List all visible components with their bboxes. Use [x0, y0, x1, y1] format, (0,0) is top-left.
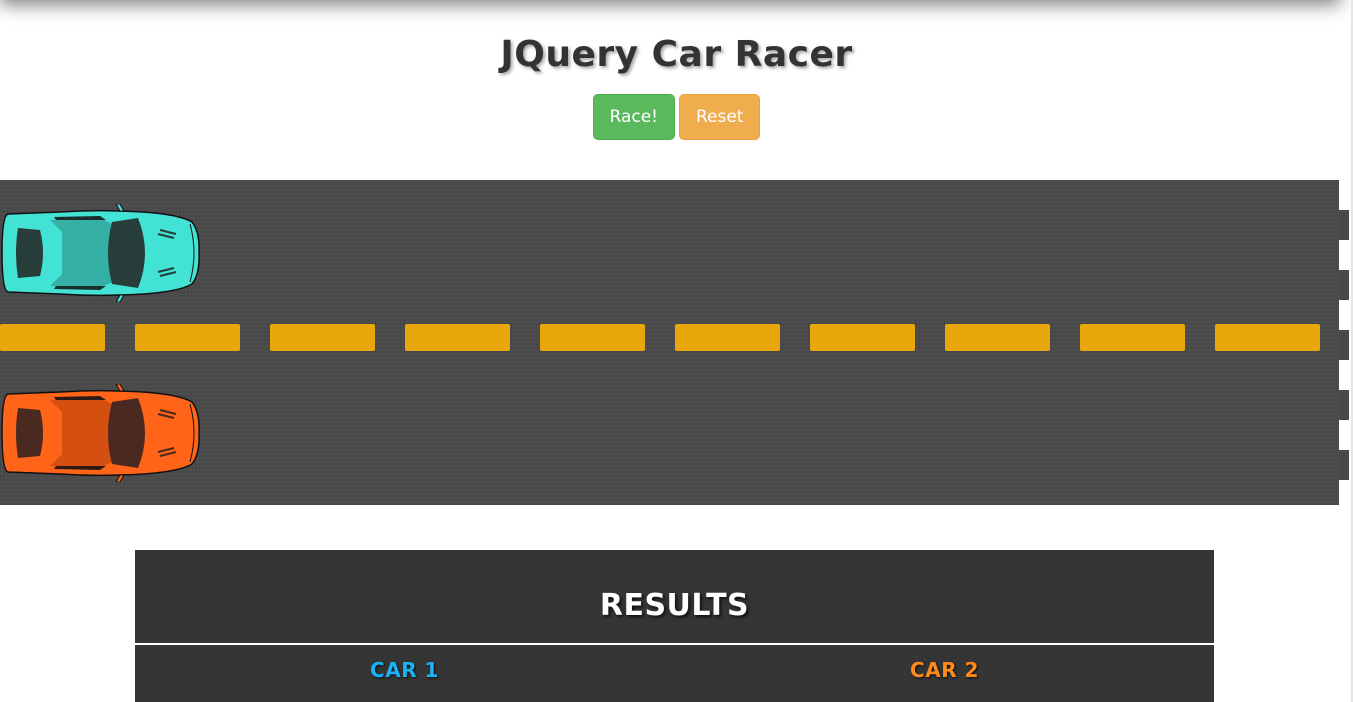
finish-line-cell [1339, 390, 1349, 420]
lane-markings [0, 324, 1320, 351]
lane-dash [945, 324, 1050, 351]
finish-line [1339, 180, 1349, 505]
finish-line-cell [1339, 450, 1349, 480]
car-1 [0, 203, 200, 303]
page: JQuery Car Racer Race! Reset RESULTS CAR… [0, 0, 1353, 702]
button-row: Race! Reset [0, 94, 1353, 140]
car-1-icon [1, 203, 200, 303]
lane-divider-dashes [0, 324, 1320, 351]
lane-dash [810, 324, 915, 351]
results-divider [135, 643, 1214, 645]
race-track [0, 180, 1339, 505]
car-2 [0, 383, 200, 483]
results-title: RESULTS [599, 588, 750, 623]
page-title: JQuery Car Racer [500, 34, 853, 75]
finish-line-cell [1339, 210, 1349, 240]
results-panel: RESULTS CAR 1 CAR 2 [135, 550, 1214, 702]
lane-dash [1215, 324, 1320, 351]
lane-dash [270, 324, 375, 351]
lane-dash [1080, 324, 1185, 351]
lane-dash [0, 324, 105, 351]
results-column-car-1: CAR 1 [370, 658, 439, 682]
lane-dash [135, 324, 240, 351]
reset-button[interactable]: Reset [678, 94, 761, 140]
results-column-car-2: CAR 2 [910, 658, 979, 682]
finish-line-cell [1339, 330, 1349, 360]
lane-dash [540, 324, 645, 351]
lane-dash [405, 324, 510, 351]
lane-dash [675, 324, 780, 351]
car-2-icon [1, 383, 200, 483]
finish-line-cell [1339, 270, 1349, 300]
race-button[interactable]: Race! [592, 94, 675, 140]
